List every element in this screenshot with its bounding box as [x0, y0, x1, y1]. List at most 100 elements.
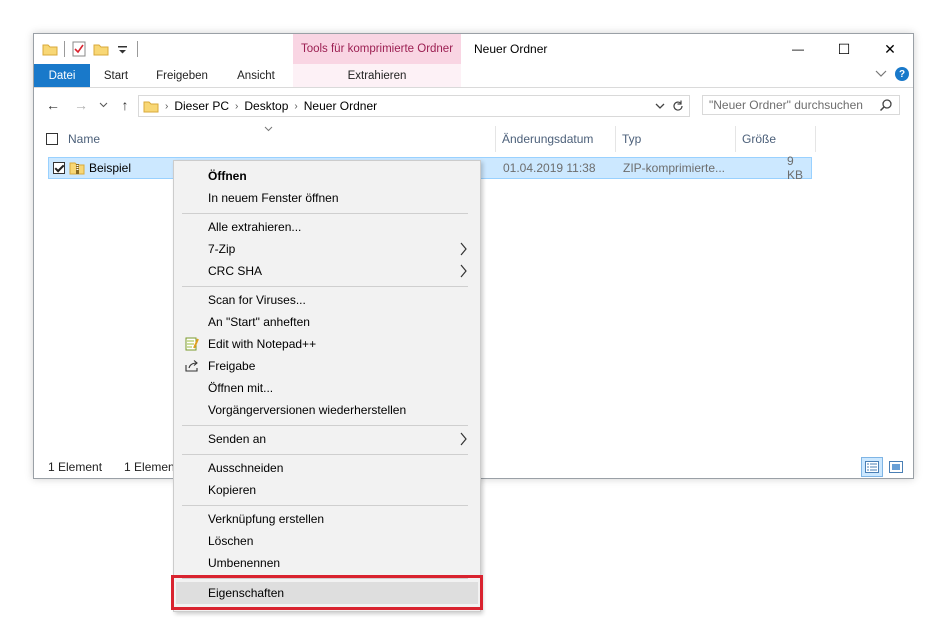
menu-item-send-to[interactable]: Senden an: [176, 428, 478, 450]
menu-separator: [182, 454, 468, 455]
tab-freigeben[interactable]: Freigeben: [150, 64, 214, 87]
toolbar-separator: [64, 41, 65, 57]
menu-item-extract-all[interactable]: Alle extrahieren...: [176, 216, 478, 238]
column-header-type[interactable]: Typ: [616, 126, 736, 152]
minimize-button[interactable]: —: [775, 34, 821, 64]
view-switcher: [861, 457, 907, 477]
details-view-button[interactable]: [861, 457, 883, 477]
address-bar[interactable]: › Dieser PC › Desktop › Neuer Ordner: [138, 95, 690, 117]
minimize-icon: —: [792, 42, 804, 56]
menu-item-edit-notepad[interactable]: Edit with Notepad++: [176, 333, 478, 355]
context-menu: Öffnen In neuem Fenster öffnen Alle extr…: [173, 160, 481, 612]
status-bar: 1 Element 1 Element: [48, 460, 178, 474]
select-all-checkbox[interactable]: [46, 133, 58, 145]
details-view-icon: [865, 461, 879, 473]
navigation-bar: ← → ↑ › Dieser PC › Desktop › Neuer Ordn…: [34, 91, 913, 119]
checkbox-checked-icon: [53, 162, 65, 174]
search-icon: [879, 99, 892, 112]
share-icon: [185, 360, 198, 372]
highlight-box: [171, 575, 483, 610]
ribbon-expand-icon[interactable]: [875, 67, 887, 81]
maximize-icon: ☐: [837, 40, 851, 57]
menu-item-open[interactable]: Öffnen: [176, 165, 478, 187]
column-header-date-label: Änderungsdatum: [502, 132, 594, 146]
column-headers: Name Änderungsdatum Typ Größe: [34, 126, 913, 152]
menu-separator: [182, 425, 468, 426]
column-header-name[interactable]: Name: [38, 126, 496, 152]
menu-item-crc-sha[interactable]: CRC SHA: [176, 260, 478, 282]
chevron-right-icon[interactable]: ›: [294, 101, 297, 112]
tab-datei[interactable]: Datei: [34, 64, 90, 87]
column-header-type-label: Typ: [622, 132, 642, 146]
context-tab-header: Tools für komprimierte Ordner: [293, 34, 461, 64]
chevron-right-icon: [460, 264, 467, 278]
menu-item-share[interactable]: Freigabe: [176, 355, 478, 377]
back-arrow-icon: ←: [46, 97, 60, 113]
chevron-right-icon: [460, 432, 467, 446]
menu-separator: [182, 286, 468, 287]
up-arrow-icon: ↑: [121, 97, 129, 113]
ribbon-tabs: Datei Start Freigeben Ansicht Extrahiere…: [34, 64, 913, 88]
menu-item-pin-start[interactable]: An "Start" anheften: [176, 311, 478, 333]
column-header-size-label: Größe: [742, 132, 777, 146]
help-icon[interactable]: ?: [895, 67, 909, 81]
menu-item-restore-versions[interactable]: Vorgängerversionen wiederherstellen: [176, 399, 478, 421]
search-input[interactable]: "Neuer Ordner" durchsuchen: [702, 95, 900, 115]
menu-item-cut[interactable]: Ausschneiden: [176, 457, 478, 479]
zip-folder-icon: [69, 158, 85, 178]
menu-item-scan-viruses[interactable]: Scan for Viruses...: [176, 289, 478, 311]
breadcrumb-item-dieser-pc[interactable]: Dieser PC: [174, 99, 229, 113]
chevron-right-icon: [460, 242, 467, 256]
menu-item-open-with[interactable]: Öffnen mit...: [176, 377, 478, 399]
menu-item-rename[interactable]: Umbenennen: [176, 552, 478, 574]
title-bar: Tools für komprimierte Ordner Neuer Ordn…: [34, 34, 913, 64]
ribbon-controls: ?: [875, 67, 909, 81]
window-title: Neuer Ordner: [474, 42, 548, 56]
menu-item-create-shortcut[interactable]: Verknüpfung erstellen: [176, 508, 478, 530]
tab-extrahieren[interactable]: Extrahieren: [293, 64, 461, 87]
file-name: Beispiel: [89, 161, 132, 175]
status-selected-count: 1 Element: [124, 460, 179, 474]
refresh-icon[interactable]: [671, 99, 685, 113]
recent-locations-button[interactable]: [94, 95, 112, 115]
tab-ansicht[interactable]: Ansicht: [228, 64, 284, 87]
up-button[interactable]: ↑: [116, 95, 134, 115]
close-icon: ✕: [884, 40, 896, 57]
menu-item-delete[interactable]: Löschen: [176, 530, 478, 552]
search-placeholder: "Neuer Ordner" durchsuchen: [709, 98, 863, 112]
tab-start[interactable]: Start: [94, 64, 138, 87]
chevron-right-icon[interactable]: ›: [235, 101, 238, 112]
column-header-date[interactable]: Änderungsdatum: [496, 126, 616, 152]
row-checkbox[interactable]: [53, 158, 65, 178]
maximize-button[interactable]: ☐: [821, 34, 867, 64]
back-button[interactable]: ←: [44, 95, 62, 115]
breadcrumb-item-neuer-ordner[interactable]: Neuer Ordner: [304, 99, 377, 113]
chevron-down-icon[interactable]: [655, 103, 665, 110]
toolbar-separator: [137, 41, 138, 57]
forward-arrow-icon: →: [74, 97, 88, 113]
menu-item-7zip[interactable]: 7-Zip: [176, 238, 478, 260]
menu-item-open-new-window[interactable]: In neuem Fenster öffnen: [176, 187, 478, 209]
folder-icon[interactable]: [42, 41, 58, 57]
large-icons-view-icon: [889, 461, 903, 473]
breadcrumb: › Dieser PC › Desktop › Neuer Ordner: [159, 99, 377, 113]
close-button[interactable]: ✕: [867, 34, 913, 64]
file-type: ZIP-komprimierte...: [623, 161, 726, 175]
properties-icon[interactable]: [71, 41, 87, 57]
file-date: 01.04.2019 11:38: [503, 161, 596, 175]
notepad-plus-plus-icon: [185, 337, 199, 351]
column-header-name-label: Name: [68, 132, 101, 146]
menu-separator: [182, 505, 468, 506]
quick-access-toolbar: [42, 40, 138, 58]
menu-separator: [182, 213, 468, 214]
customize-toolbar-icon[interactable]: [115, 41, 131, 57]
breadcrumb-item-desktop[interactable]: Desktop: [244, 99, 288, 113]
status-item-count: 1 Element: [48, 460, 103, 474]
chevron-down-icon: [99, 102, 107, 108]
new-folder-icon[interactable]: [93, 41, 109, 57]
chevron-right-icon: ›: [165, 100, 169, 112]
forward-button[interactable]: →: [72, 95, 90, 115]
large-icons-view-button[interactable]: [885, 457, 907, 477]
column-header-size[interactable]: Größe: [736, 126, 816, 152]
menu-item-copy[interactable]: Kopieren: [176, 479, 478, 501]
